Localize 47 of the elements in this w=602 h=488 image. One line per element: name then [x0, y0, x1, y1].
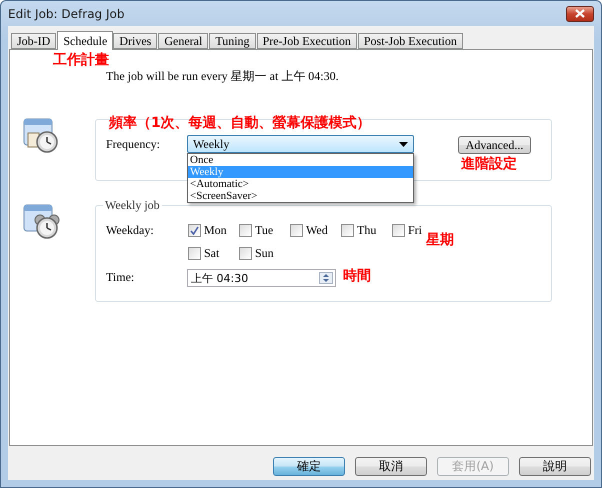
tab[interactable]: Drives	[113, 33, 158, 49]
frequency-dropdown[interactable]: Weekly	[187, 135, 414, 153]
tab[interactable]: Tuning	[209, 33, 256, 49]
checkbox[interactable]	[239, 247, 252, 260]
dropdown-option[interactable]: <ScreenSaver>	[188, 190, 413, 202]
calendar-clock-icon	[23, 117, 60, 154]
dropdown-option[interactable]: Once	[188, 154, 413, 166]
checkbox[interactable]	[188, 224, 201, 237]
dialog-button[interactable]: 取消	[355, 457, 427, 476]
spin-arrows-icon	[319, 272, 333, 284]
day-label: Mon	[204, 223, 227, 238]
tab[interactable]: Pre-Job Execution	[256, 33, 357, 49]
checkbox[interactable]	[341, 224, 354, 237]
close-icon	[574, 9, 586, 18]
checkbox[interactable]	[290, 224, 303, 237]
caret-icon	[399, 142, 408, 146]
annotation-text: 時間	[343, 268, 371, 284]
dropdown-option[interactable]: <Automatic>	[188, 178, 413, 190]
checkbox[interactable]	[188, 247, 201, 260]
close-button[interactable]	[566, 6, 594, 22]
checkbox[interactable]	[239, 224, 252, 237]
advanced-button[interactable]: Advanced...	[458, 136, 531, 154]
tab[interactable]: Post-Job Execution	[358, 33, 463, 49]
weekday-label: Weekday:	[106, 223, 154, 237]
annotation-text: 進階設定	[461, 156, 517, 172]
group-title: Weekly job	[103, 198, 162, 213]
day-label: Tue	[255, 223, 274, 238]
time-label: Time:	[106, 270, 134, 284]
day-label: Thu	[357, 223, 376, 238]
day-label: Sun	[255, 246, 274, 261]
frequency-label: Frequency:	[106, 137, 160, 151]
annotation-text: 工作計畫	[53, 52, 110, 69]
schedule-summary: The job will be run every 星期一 at 上午 04:30.	[106, 69, 340, 83]
day-label: Fri	[408, 223, 422, 238]
annotation-text: 頻率（1次、每週、自動、螢幕保護模式）	[109, 115, 371, 131]
dialog-button[interactable]: 確定	[273, 457, 345, 476]
tab[interactable]: General	[158, 33, 208, 49]
annotation-text: 星期	[426, 232, 454, 248]
tab[interactable]: Schedule	[57, 31, 114, 50]
tab[interactable]: Job-ID	[11, 33, 56, 49]
checkbox[interactable]	[392, 224, 405, 237]
dialog-button[interactable]: 說明	[519, 457, 591, 476]
alarm-clock-icon	[23, 203, 60, 240]
time-field[interactable]: 上午 04:30	[187, 269, 336, 287]
window-title: Edit Job: Defrag Job	[8, 6, 124, 20]
day-label: Wed	[306, 223, 328, 238]
day-label: Sat	[204, 246, 220, 261]
